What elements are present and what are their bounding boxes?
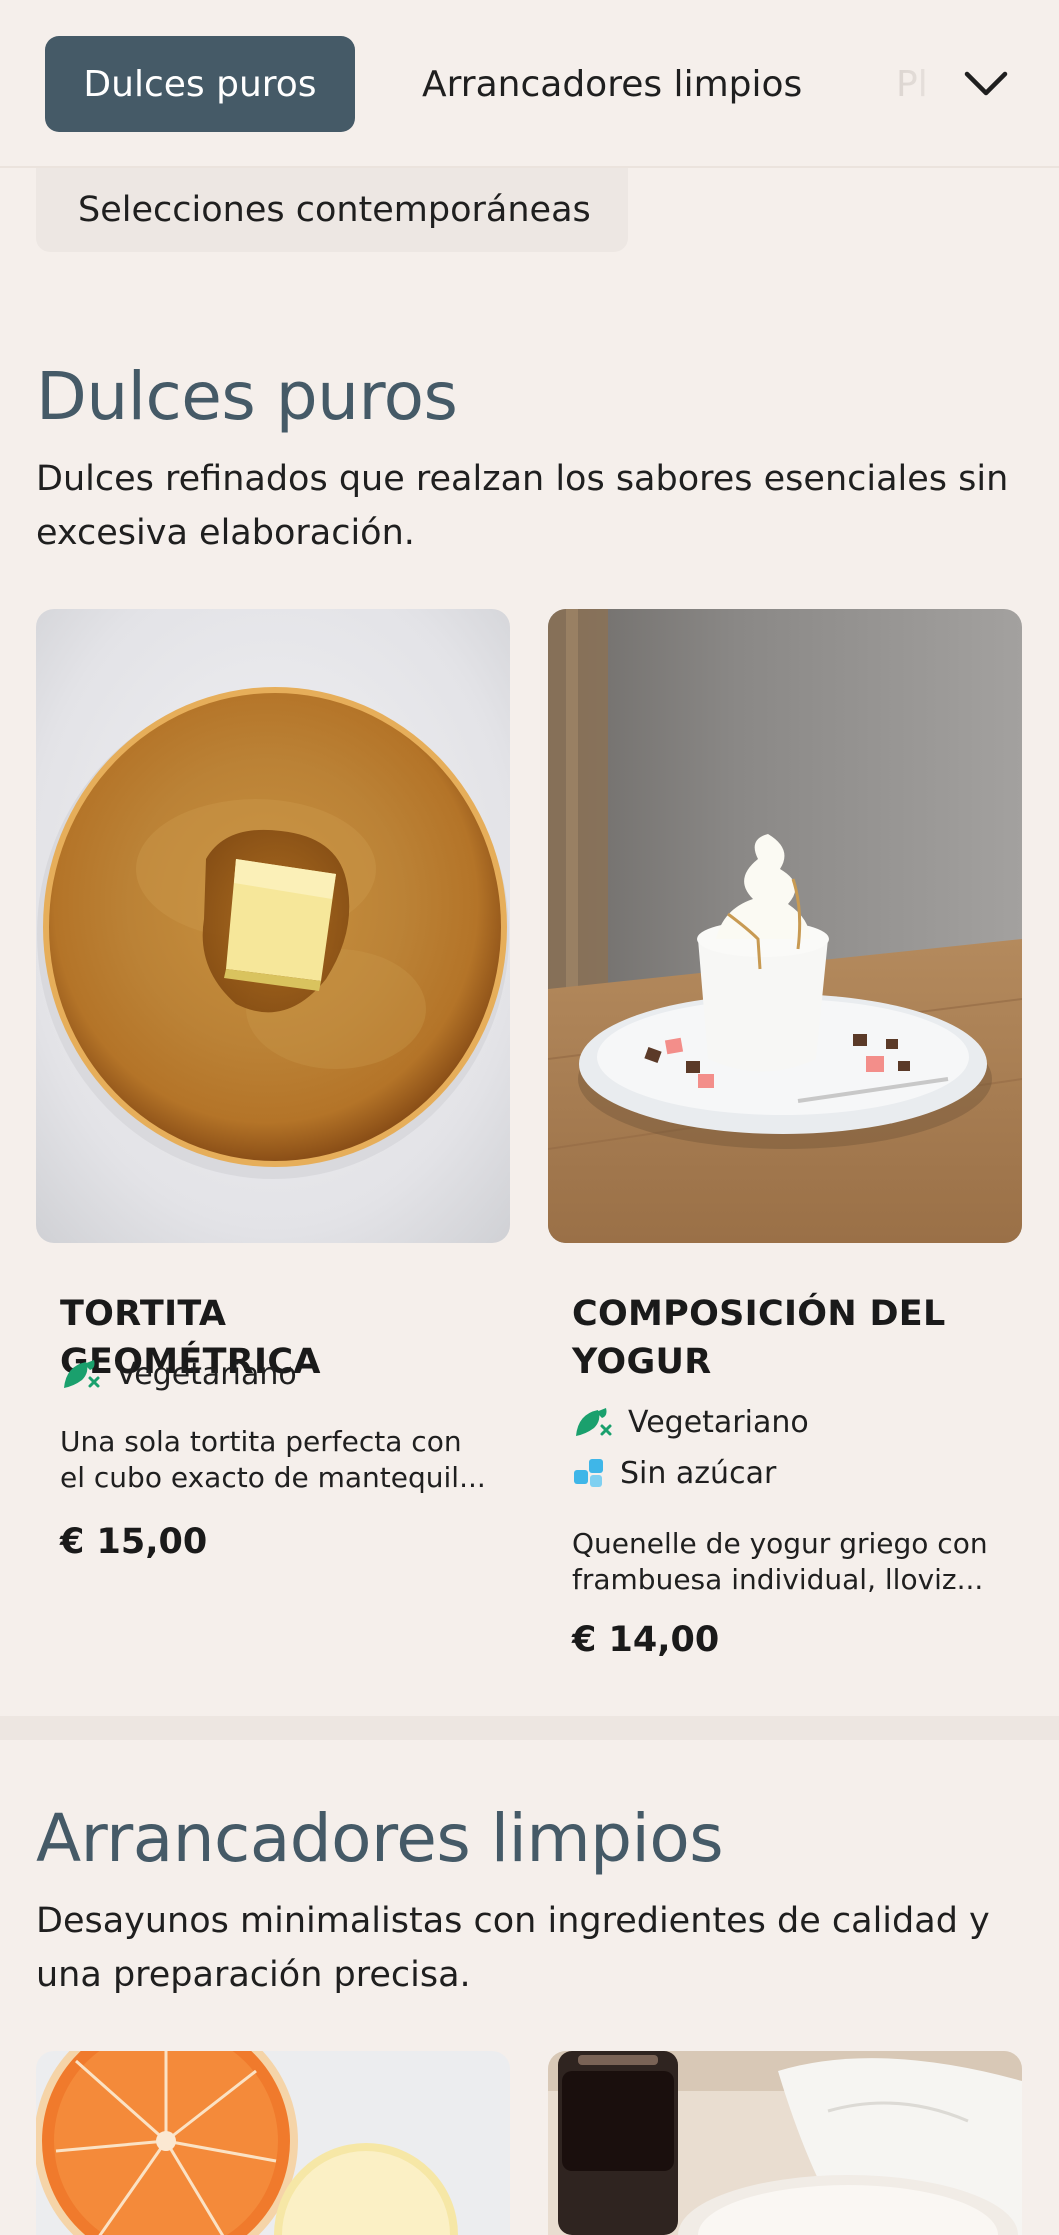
item-description-line: el cubo exacto de mantequil...	[60, 1461, 486, 1494]
item-description-line: frambuesa individual, lloviz...	[572, 1563, 984, 1596]
tag-label: Vegetariano	[628, 1404, 809, 1440]
sugar-cubes-icon	[574, 1459, 603, 1487]
tag-label: Vegetariano	[116, 1356, 297, 1392]
category-nav: Dulces puros Arrancadores limpios Pl	[0, 0, 1059, 168]
yogurt-image[interactable]	[548, 609, 1022, 1243]
section-description-line: una preparación precisa.	[36, 1955, 471, 1995]
section-description-line: Dulces refinados que realzan los sabores…	[36, 459, 1009, 499]
item-description: Quenelle de yogur griego con frambuesa i…	[572, 1526, 1002, 1598]
section-divider	[0, 1716, 1059, 1740]
tab-selecciones-contemporaneas[interactable]: Selecciones contemporáneas	[36, 168, 628, 252]
item-description-line: Quenelle de yogur griego con	[572, 1527, 988, 1560]
leaf-drumstick-icon	[64, 1360, 100, 1388]
tab-arrancadores-limpios[interactable]: Arrancadores limpios	[422, 36, 802, 132]
section-description: Dulces refinados que realzan los sabores…	[36, 452, 1026, 560]
orange-image[interactable]	[36, 2051, 510, 2235]
pancake-image[interactable]	[36, 609, 510, 1243]
section-title: Arrancadores limpios	[36, 1800, 724, 1877]
tag-vegetarian: Vegetariano	[60, 1352, 297, 1396]
chevron-down-icon[interactable]	[960, 58, 1012, 110]
tag-label: Sin azúcar	[620, 1455, 777, 1491]
item-price: € 15,00	[60, 1522, 208, 1562]
item-description: Una sola tortita perfecta con el cubo ex…	[60, 1424, 490, 1496]
item-name: COMPOSICIÓN DEL YOGUR	[572, 1290, 1002, 1386]
section-description: Desayunos minimalistas con ingredientes …	[36, 1894, 1026, 2002]
section-description-line: excesiva elaboración.	[36, 513, 415, 553]
tag-sugar-free: Sin azúcar	[572, 1451, 776, 1495]
tab-dulces-puros[interactable]: Dulces puros	[45, 36, 355, 132]
item-description-line: Una sola tortita perfecta con	[60, 1425, 462, 1458]
tag-vegetarian: Vegetariano	[572, 1400, 809, 1444]
item-name-line: COMPOSICIÓN DEL	[572, 1294, 946, 1334]
section-description-line: Desayunos minimalistas con ingredientes …	[36, 1901, 990, 1941]
item-name-line: YOGUR	[572, 1342, 712, 1382]
coffee-image[interactable]	[548, 2051, 1022, 2235]
leaf-drumstick-icon	[576, 1408, 612, 1436]
section-title: Dulces puros	[36, 358, 458, 435]
item-price: € 14,00	[572, 1620, 720, 1660]
